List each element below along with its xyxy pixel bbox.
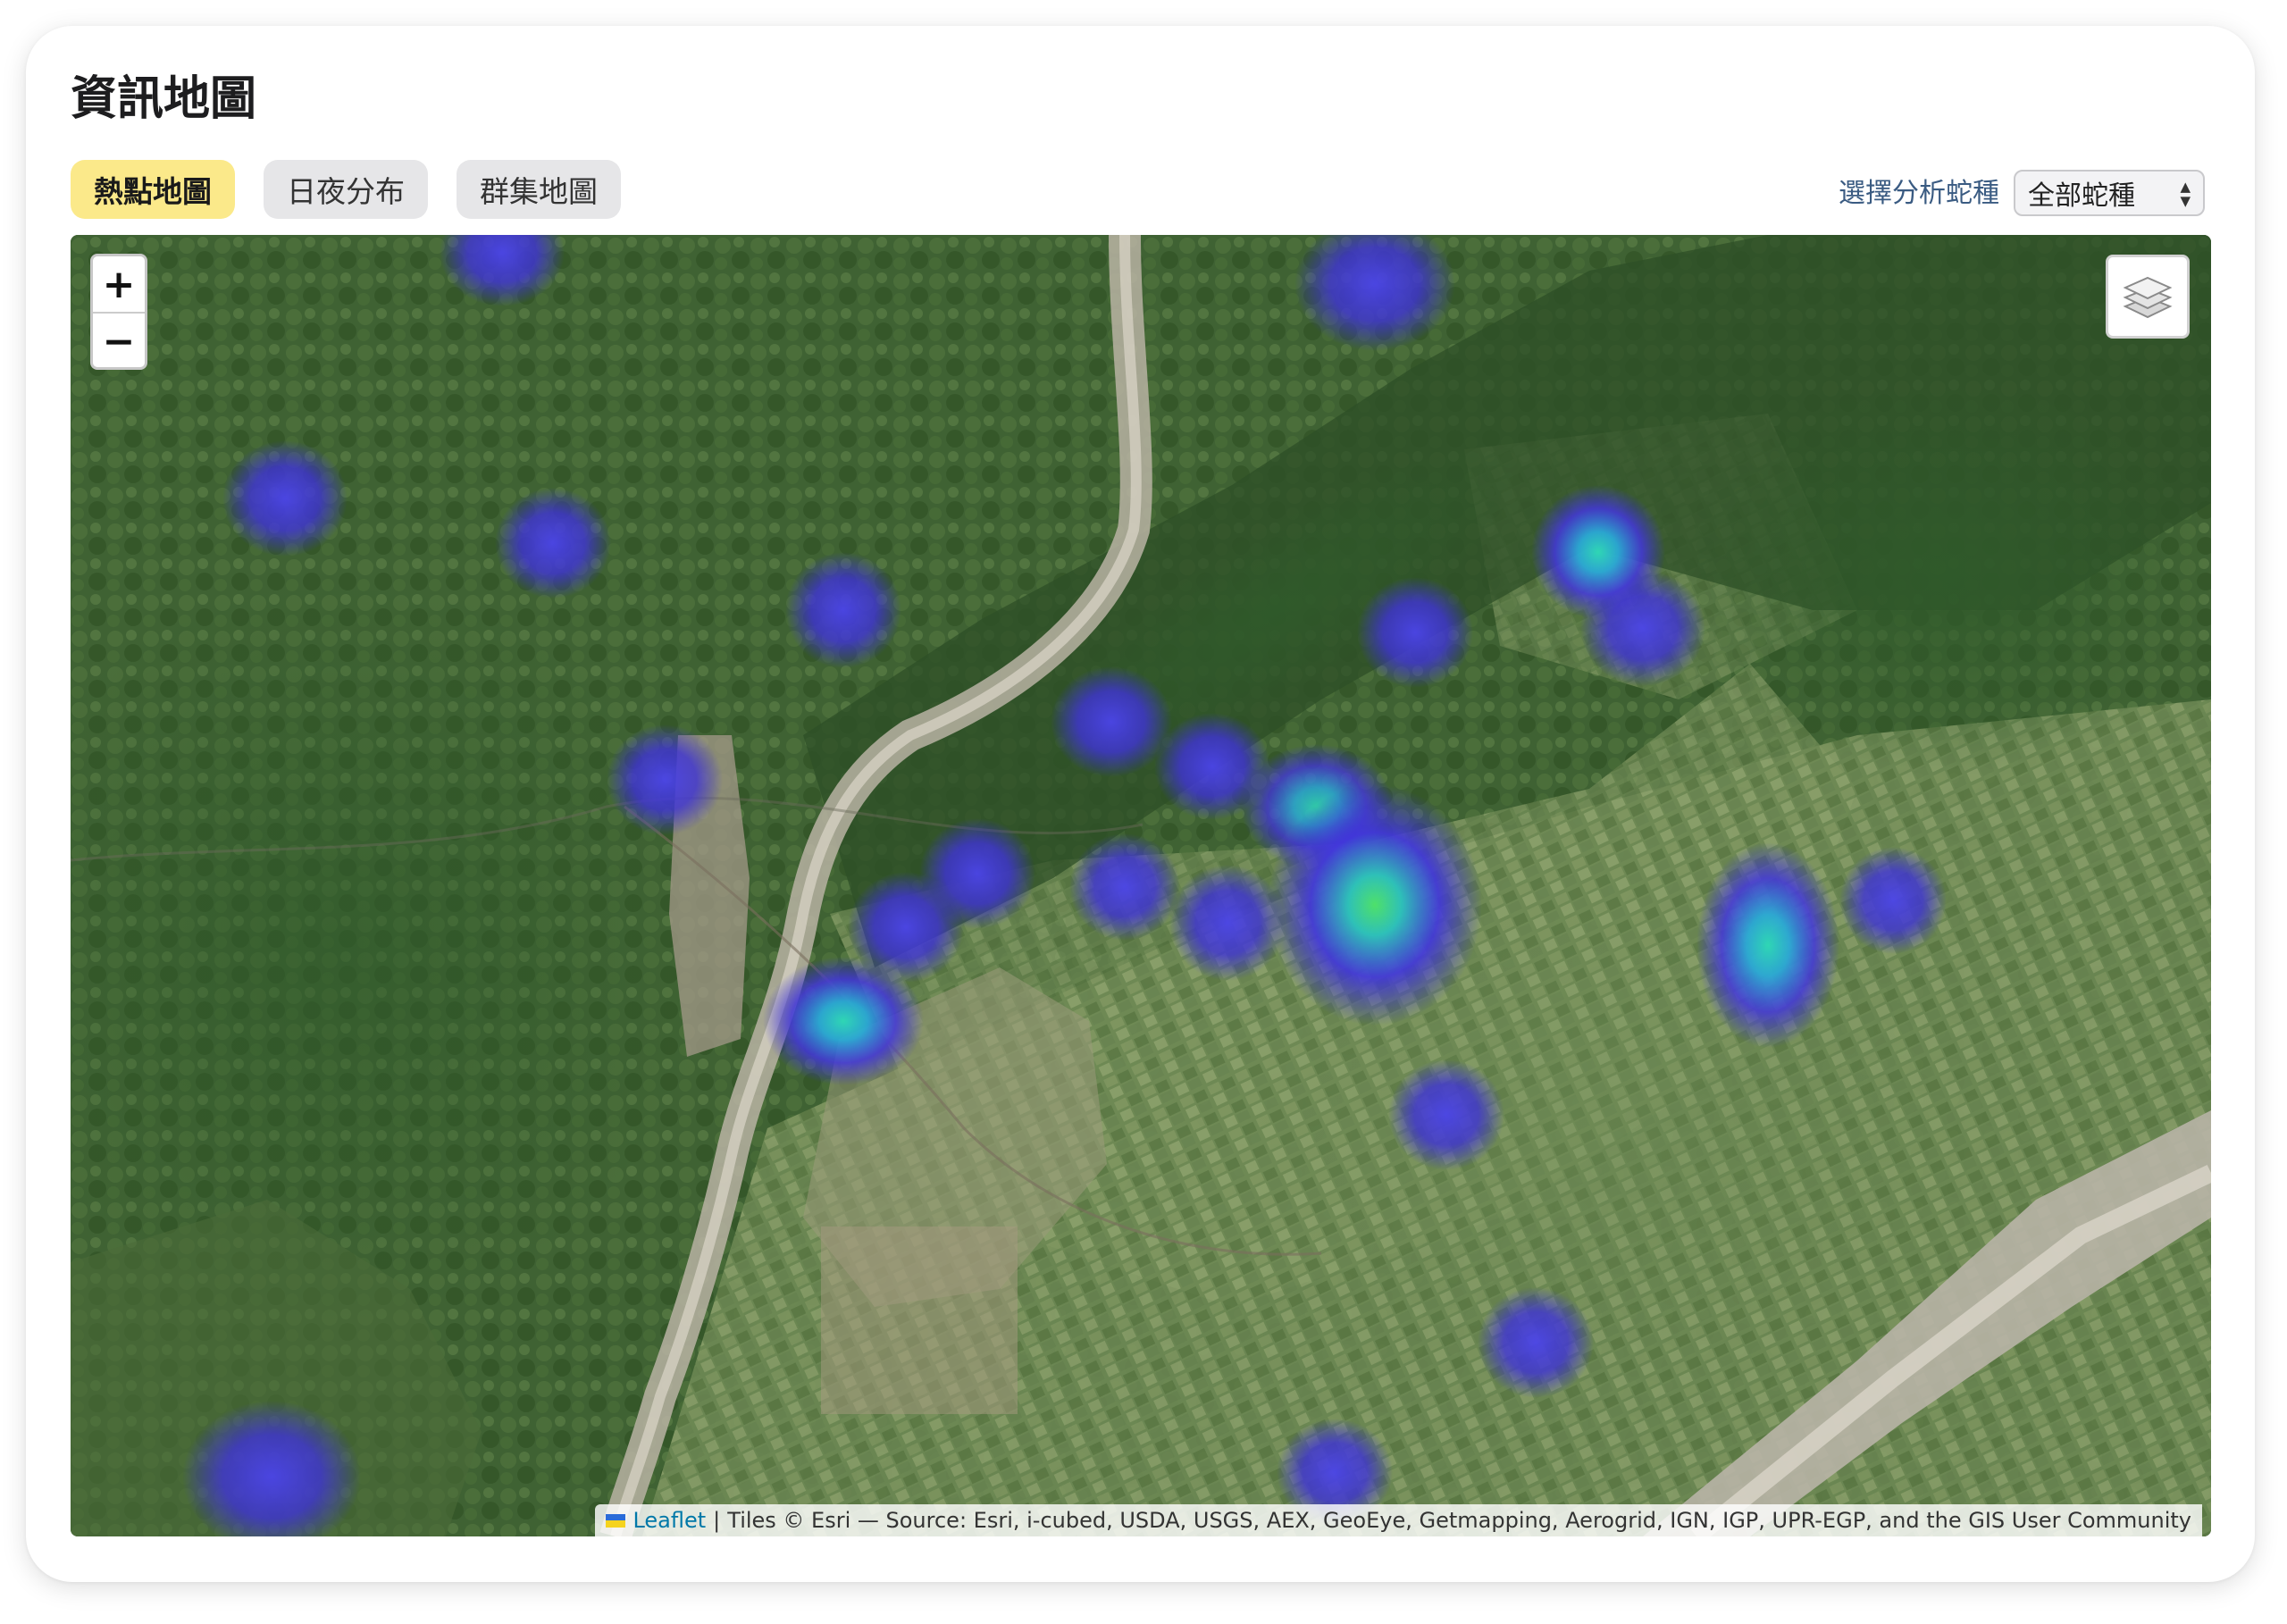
layers-icon (2123, 276, 2173, 319)
zoom-in-button[interactable]: + (93, 256, 145, 314)
heatmap-map[interactable]: Leaflet | Tiles © Esri — Source: Esri, i… (71, 235, 2211, 1536)
zoom-control: + − (90, 254, 147, 370)
attribution-separator: | (713, 1508, 721, 1533)
leaflet-link[interactable]: Leaflet (632, 1508, 706, 1533)
map-tabs: 熱點地圖 日夜分布 群集地圖 (71, 160, 621, 219)
satellite-basemap (71, 235, 2211, 1536)
species-select[interactable]: 全部蛇種 ▲ ▼ (2014, 170, 2205, 216)
select-caret-icon: ▲ ▼ (2180, 179, 2191, 209)
map-attribution: Leaflet | Tiles © Esri — Source: Esri, i… (595, 1504, 2202, 1536)
tab-cluster[interactable]: 群集地圖 (457, 160, 621, 219)
species-filter-label: 選擇分析蛇種 (1839, 178, 1999, 209)
zoom-out-button[interactable]: − (93, 314, 145, 367)
tab-heatmap[interactable]: 熱點地圖 (71, 160, 235, 219)
attribution-text: Tiles © Esri — Source: Esri, i-cubed, US… (727, 1508, 2191, 1533)
layers-button[interactable] (2106, 255, 2190, 339)
species-select-value: 全部蛇種 (2028, 180, 2135, 212)
tab-day-night[interactable]: 日夜分布 (264, 160, 428, 219)
ukraine-flag-icon (606, 1513, 626, 1528)
page-title: 資訊地圖 (71, 72, 257, 126)
